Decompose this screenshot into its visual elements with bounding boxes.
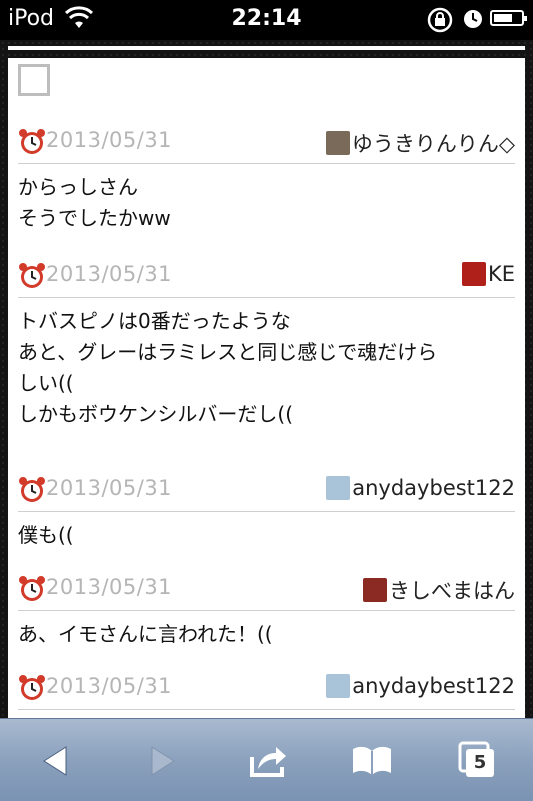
alarm-clock-icon	[19, 675, 45, 700]
post-author[interactable]: ゆうきりんりん◇	[325, 128, 515, 158]
post-author[interactable]: きしべまはん	[363, 575, 515, 605]
clock-icon	[464, 10, 482, 28]
post-text-line: からっしさん	[18, 175, 138, 199]
page-background: 2013/05/31 ゆうきりんりん◇ からっしさん そうでしたかww 2013…	[0, 40, 533, 718]
avatar	[325, 131, 350, 155]
post-author[interactable]: anydaybest122	[326, 476, 515, 500]
post-text-line: そうでしたかww	[18, 206, 171, 230]
battery-icon	[490, 10, 527, 26]
author-name: ゆうきりんりん◇	[351, 132, 515, 156]
post-date: 2013/05/31	[46, 575, 173, 599]
rotation-lock-icon	[427, 7, 453, 33]
comment-list: 2013/05/31 ゆうきりんりん◇ からっしさん そうでしたかww 2013…	[8, 58, 525, 718]
alarm-clock-icon	[19, 129, 45, 154]
author-name: きしべまはん	[389, 579, 515, 603]
post-date: 2013/05/31	[46, 128, 173, 152]
list-item: トバスピノは0番だったような あと、グレーはラミレスと同じ感じで魂だけら しい(…	[18, 298, 515, 512]
alarm-clock-icon	[19, 576, 45, 601]
post-text-line: 僕も((	[18, 523, 74, 547]
tabs-count: 5	[473, 752, 487, 773]
list-item: あ、イモさんに言われた！(( 2013/05/31 anydaybest122	[18, 611, 515, 710]
post-text-line: しかもボウケンシルバーだし((	[18, 402, 294, 426]
list-item: からっしさん そうでしたかww 2013/05/31 KE	[18, 164, 515, 298]
avatar	[363, 578, 387, 602]
post-date: 2013/05/31	[46, 674, 173, 698]
post-text-line: あと、グレーはラミレスと同じ感じで魂だけら	[18, 340, 438, 364]
author-name: anydaybest122	[352, 476, 515, 500]
post-date: 2013/05/31	[46, 262, 173, 286]
forward-icon[interactable]	[140, 739, 184, 783]
post-text-line: しい((	[18, 371, 74, 395]
avatar	[461, 262, 486, 286]
post-author[interactable]: KE	[461, 262, 515, 286]
alarm-clock-icon	[19, 477, 45, 502]
status-bar: iPod 22:14	[0, 0, 533, 40]
author-name: anydaybest122	[352, 674, 515, 698]
browser-toolbar: 5	[0, 718, 533, 801]
alarm-clock-icon	[19, 263, 45, 288]
post-text-line: トバスピノは0番だったような	[18, 309, 291, 333]
bookmarks-icon[interactable]	[350, 739, 394, 783]
back-icon[interactable]	[34, 739, 78, 783]
post-text-line: あ、イモさんに言われた！((	[18, 622, 273, 646]
list-item: 2013/05/31 ゆうきりんりん◇	[18, 58, 515, 164]
author-name: KE	[487, 262, 515, 286]
image-placeholder	[18, 64, 50, 96]
share-icon[interactable]	[246, 739, 290, 783]
post-date: 2013/05/31	[46, 476, 173, 500]
tabs-button[interactable]: 5	[456, 739, 500, 783]
list-item: 僕も(( 2013/05/31 きしべまはん	[18, 512, 515, 611]
avatar	[326, 674, 351, 698]
avatar	[326, 476, 351, 500]
divider	[8, 46, 525, 50]
post-author[interactable]: anydaybest122	[326, 674, 515, 698]
